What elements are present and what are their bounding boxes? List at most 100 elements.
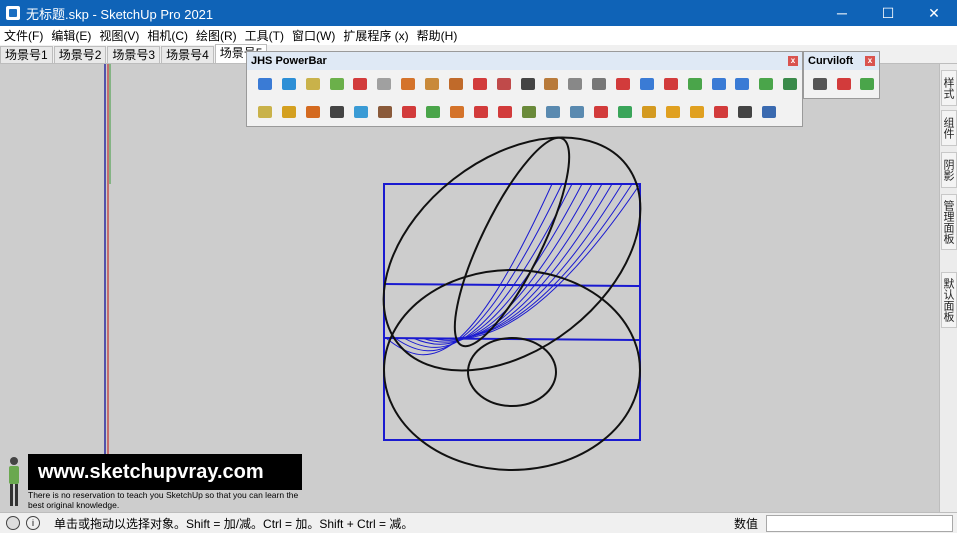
powerbar-r1-tool-button-3[interactable]	[301, 72, 325, 96]
powerbar-r2-tool-button-16[interactable]	[613, 100, 637, 124]
powerbar-r1-tool-button-4[interactable]	[325, 72, 349, 96]
tray-tab-default[interactable]: 默认面板	[941, 272, 957, 328]
menu-draw[interactable]: 绘图(R)	[192, 27, 241, 44]
curviloft-tool-button-1[interactable]	[808, 72, 832, 96]
menu-edit[interactable]: 编辑(E)	[47, 27, 95, 44]
powerbar-r1-tool-button-13[interactable]	[540, 72, 564, 96]
powerbar-r1-tool-button-1[interactable]	[253, 72, 277, 96]
powerbar-r2-tool-icon-3	[306, 106, 320, 118]
menu-help[interactable]: 帮助(H)	[413, 27, 462, 44]
powerbar-r2-tool-button-6[interactable]	[373, 100, 397, 124]
powerbar-r2-tool-button-1[interactable]	[253, 100, 277, 124]
close-button[interactable]: ✕	[911, 0, 957, 26]
scene-tab-3[interactable]: 场景号3	[107, 46, 161, 63]
powerbar-r1-tool-button-15[interactable]	[587, 72, 611, 96]
powerbar-r2-tool-button-18[interactable]	[661, 100, 685, 124]
powerbar-r2-tool-icon-7	[402, 106, 416, 118]
curviloft-header[interactable]: Curviloft x	[804, 52, 879, 70]
powerbar-r1-tool-button-5[interactable]	[349, 72, 373, 96]
powerbar-r1-tool-button-19[interactable]	[683, 72, 707, 96]
menu-tools[interactable]: 工具(T)	[241, 27, 288, 44]
powerbar-r1-tool-button-23[interactable]	[778, 72, 802, 96]
powerbar-r1-tool-icon-2	[281, 78, 296, 90]
powerbar-r2-tool-button-12[interactable]	[517, 100, 541, 124]
curviloft-tool-icon-2	[836, 78, 851, 90]
powerbar-r2-tool-button-4[interactable]	[325, 100, 349, 124]
powerbar-r2-tool-button-17[interactable]	[637, 100, 661, 124]
menu-file[interactable]: 文件(F)	[0, 27, 47, 44]
powerbar-r1-tool-button-17[interactable]	[635, 72, 659, 96]
powerbar-r2-tool-icon-5	[354, 106, 368, 118]
scene-tab-1[interactable]: 场景号1	[0, 46, 53, 63]
powerbar-r1-tool-button-18[interactable]	[659, 72, 683, 96]
powerbar-r1-tool-icon-23	[783, 78, 798, 90]
powerbar-r2-tool-button-21[interactable]	[733, 100, 757, 124]
powerbar-r1-tool-button-10[interactable]	[468, 72, 492, 96]
powerbar-r2-tool-icon-21	[738, 106, 752, 118]
powerbar-r1-tool-button-21[interactable]	[731, 72, 755, 96]
powerbar-r1-tool-button-9[interactable]	[444, 72, 468, 96]
curviloft-tool-button-3[interactable]	[855, 72, 879, 96]
menu-extensions[interactable]: 扩展程序 (x)	[339, 27, 412, 44]
menu-camera[interactable]: 相机(C)	[143, 27, 192, 44]
powerbar-r2-tool-button-8[interactable]	[421, 100, 445, 124]
menu-window[interactable]: 窗口(W)	[288, 27, 339, 44]
maximize-button[interactable]: ☐	[865, 0, 911, 26]
tray-tab-components[interactable]: 组件	[941, 110, 957, 146]
powerbar-r1-tool-button-16[interactable]	[611, 72, 635, 96]
measurements-input[interactable]	[766, 514, 953, 532]
menu-bar: 文件(F) 编辑(E) 视图(V) 相机(C) 绘图(R) 工具(T) 窗口(W…	[0, 26, 957, 45]
powerbar-r1-tool-button-2[interactable]	[277, 72, 301, 96]
powerbar-title: JHS PowerBar	[251, 55, 327, 67]
powerbar-r2-tool-button-19[interactable]	[685, 100, 709, 124]
watermark-tagline: There is no reservation to teach you Ske…	[28, 490, 299, 510]
powerbar-r2-tool-button-2[interactable]	[277, 100, 301, 124]
measurements-label: 数值	[733, 516, 758, 531]
powerbar-r1-tool-button-8[interactable]	[420, 72, 444, 96]
powerbar-r2-tool-button-20[interactable]	[709, 100, 733, 124]
status-record-icon[interactable]	[6, 516, 20, 530]
powerbar-r1-tool-button-14[interactable]	[563, 72, 587, 96]
powerbar-r1-tool-icon-11	[496, 78, 511, 90]
scene-tab-4[interactable]: 场景号4	[161, 46, 214, 63]
powerbar-r1-tool-icon-15	[592, 78, 607, 90]
powerbar-r1-tool-button-22[interactable]	[754, 72, 778, 96]
info-icon[interactable]: i	[26, 516, 40, 530]
powerbar-r1-tool-icon-4	[329, 78, 344, 90]
powerbar-r1-tool-icon-16	[616, 78, 631, 90]
powerbar-r2-tool-button-13[interactable]	[541, 100, 565, 124]
powerbar-r2-tool-icon-18	[666, 106, 680, 118]
menu-view[interactable]: 视图(V)	[95, 27, 143, 44]
powerbar-r1-tool-button-7[interactable]	[396, 72, 420, 96]
minimize-button[interactable]: ─	[819, 0, 865, 26]
powerbar-r2-tool-button-5[interactable]	[349, 100, 373, 124]
powerbar-r2-tool-icon-20	[714, 106, 728, 118]
curviloft-close-icon[interactable]: x	[865, 56, 875, 66]
sketchup-app-icon[interactable]	[6, 6, 20, 20]
powerbar-r1-tool-button-12[interactable]	[516, 72, 540, 96]
model-viewport[interactable]	[0, 64, 939, 512]
powerbar-r2-tool-button-22[interactable]	[757, 100, 781, 124]
tray-tab-shadows[interactable]: 阴影	[941, 152, 957, 188]
powerbar-r2-tool-button-9[interactable]	[445, 100, 469, 124]
curviloft-title: Curviloft	[808, 55, 854, 67]
powerbar-r2-tool-button-7[interactable]	[397, 100, 421, 124]
powerbar-r2-tool-icon-1	[258, 106, 272, 118]
powerbar-r1-tool-button-6[interactable]	[372, 72, 396, 96]
powerbar-header[interactable]: JHS PowerBar x	[247, 52, 802, 70]
status-bar: i 单击或拖动以选择对象。Shift = 加/减。Ctrl = 加。Shift …	[0, 512, 957, 533]
powerbar-r2-tool-button-11[interactable]	[493, 100, 517, 124]
powerbar-r2-tool-button-14[interactable]	[565, 100, 589, 124]
powerbar-r2-tool-button-10[interactable]	[469, 100, 493, 124]
powerbar-r1-tool-button-20[interactable]	[707, 72, 731, 96]
tray-tab-styles[interactable]: 样式	[941, 70, 957, 106]
powerbar-r2-tool-icon-13	[546, 106, 560, 118]
powerbar-r1-tool-icon-3	[305, 78, 320, 90]
powerbar-r2-tool-button-15[interactable]	[589, 100, 613, 124]
powerbar-close-icon[interactable]: x	[788, 56, 798, 66]
powerbar-r2-tool-button-3[interactable]	[301, 100, 325, 124]
powerbar-r1-tool-button-11[interactable]	[492, 72, 516, 96]
scene-tab-2[interactable]: 场景号2	[53, 46, 107, 63]
tray-tab-manage[interactable]: 管理面板	[941, 194, 957, 250]
curviloft-tool-button-2[interactable]	[832, 72, 856, 96]
